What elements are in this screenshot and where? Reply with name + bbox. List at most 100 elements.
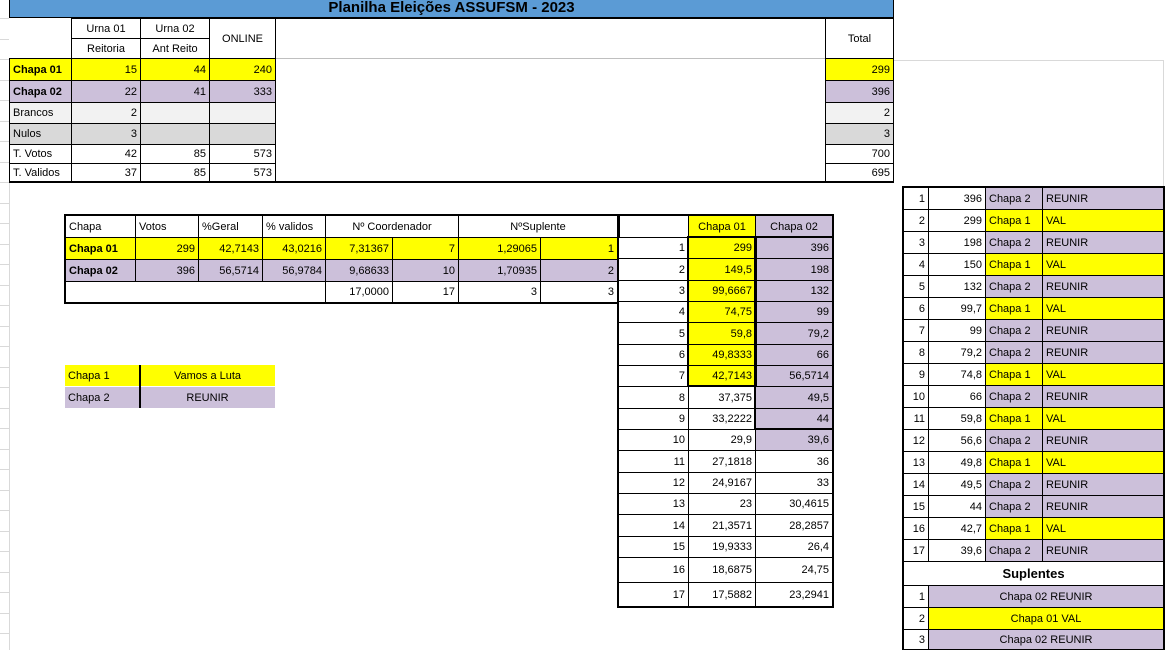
summary-cell-online[interactable]: 573 [209,163,276,183]
stats-header-coordenador[interactable]: Nº Coordenador [325,215,459,238]
rank-name[interactable]: REUNIR [1042,319,1164,342]
stats-header-geral[interactable]: %Geral [198,215,263,238]
summary-cell-total[interactable]: 2 [825,102,894,124]
stats-header-validos[interactable]: % validos [262,215,326,238]
rank-value[interactable]: 59,8 [928,407,986,430]
quot-rank[interactable]: 1 [618,237,689,259]
quot-chapa01-value[interactable]: 33,2222 [688,408,756,430]
quot-chapa02-value[interactable]: 36 [755,450,833,473]
quot-chapa02-value[interactable]: 132 [755,280,833,302]
quot-chapa02-value[interactable]: 26,4 [755,536,833,558]
summary-cell-urna1[interactable]: 37 [71,163,141,183]
col-header-urna01[interactable]: Urna 01 [71,18,141,39]
summary-cell-total[interactable]: 299 [825,58,894,81]
quot-chapa01-value[interactable]: 27,1818 [688,450,756,473]
quot-chapa01-value[interactable]: 149,5 [688,258,756,281]
stats-cell-coord-quotient[interactable]: 7,31367 [325,237,393,260]
quot-chapa01-value[interactable]: 19,9333 [688,536,756,558]
rank-number[interactable]: 9 [903,363,929,386]
quot-rank[interactable]: 3 [618,280,689,302]
quot-chapa02-value[interactable]: 30,4615 [755,493,833,515]
summary-cell-urna2[interactable] [140,102,210,124]
quot-chapa01-value[interactable]: 59,8 [688,322,756,345]
quot-chapa01-value[interactable]: 17,5882 [688,582,756,608]
quot-chapa02-value[interactable]: 396 [755,237,833,259]
quot-rank[interactable]: 11 [618,450,689,473]
rank-name[interactable]: REUNIR [1042,539,1164,562]
quot-rank[interactable]: 17 [618,582,689,608]
rank-chapa[interactable]: Chapa 2 [985,231,1043,254]
suplente-rank[interactable]: 1 [903,585,929,608]
stats-cell-chapa[interactable]: Chapa 02 [65,259,136,282]
quot-chapa02-value[interactable]: 49,5 [755,386,833,409]
summary-cell-urna2[interactable]: 41 [140,80,210,103]
title-banner[interactable]: Planilha Eleições ASSUFSM - 2023 [9,0,894,18]
col-header-total[interactable]: Total [825,18,894,59]
quot-rank[interactable]: 2 [618,258,689,281]
rank-number[interactable]: 17 [903,539,929,562]
stats-total-coord-count[interactable]: 17 [392,281,459,303]
summary-cell-online[interactable] [209,102,276,124]
quot-chapa01-value[interactable]: 49,8333 [688,344,756,366]
stats-total-supl-count[interactable]: 3 [540,281,618,303]
quot-rank[interactable]: 16 [618,557,689,583]
rank-chapa[interactable]: Chapa 2 [985,275,1043,298]
suplentes-title[interactable]: Suplentes [903,561,1164,586]
rank-value[interactable]: 99,7 [928,297,986,320]
stats-cell-validos[interactable]: 43,0216 [262,237,326,260]
summary-cell-total[interactable]: 695 [825,163,894,183]
summary-cell-online[interactable] [209,123,276,145]
stats-cell-coord-count[interactable]: 7 [392,237,459,260]
quot-rank[interactable]: 13 [618,493,689,515]
quot-chapa01-value[interactable]: 23 [688,493,756,515]
summary-cell-online[interactable]: 573 [209,144,276,164]
summary-row-label[interactable]: Chapa 01 [9,58,72,81]
quot-chapa01-value[interactable]: 24,9167 [688,472,756,494]
col-header-urna02[interactable]: Urna 02 [140,18,210,39]
quot-chapa02-value[interactable]: 99 [755,301,833,323]
rank-number[interactable]: 10 [903,385,929,408]
rank-chapa[interactable]: Chapa 2 [985,385,1043,408]
rank-number[interactable]: 13 [903,451,929,474]
suplente-cell[interactable]: Chapa 02 REUNIR [928,629,1164,650]
rank-number[interactable]: 7 [903,319,929,342]
rank-number[interactable]: 5 [903,275,929,298]
rank-value[interactable]: 79,2 [928,341,986,364]
rank-value[interactable]: 44 [928,495,986,518]
quot-rank[interactable]: 12 [618,472,689,494]
rank-name[interactable]: VAL [1042,451,1164,474]
legend-chapa-label[interactable]: Chapa 2 [65,387,140,408]
quot-chapa02-value[interactable]: 39,6 [755,429,833,451]
rank-name[interactable]: REUNIR [1042,275,1164,298]
quot-chapa02-value[interactable]: 24,75 [755,557,833,583]
rank-number[interactable]: 12 [903,429,929,452]
quot-rank[interactable]: 4 [618,301,689,323]
summary-cell-urna1[interactable]: 15 [71,58,141,81]
rank-number[interactable]: 14 [903,473,929,496]
rank-chapa[interactable]: Chapa 1 [985,297,1043,320]
rank-name[interactable]: REUNIR [1042,231,1164,254]
quot-rank[interactable]: 15 [618,536,689,558]
rank-value[interactable]: 39,6 [928,539,986,562]
rank-chapa[interactable]: Chapa 2 [985,495,1043,518]
rank-chapa[interactable]: Chapa 1 [985,363,1043,386]
rank-value[interactable]: 396 [928,187,986,210]
summary-cell-total[interactable]: 700 [825,144,894,164]
quot-chapa02-value[interactable]: 56,5714 [755,365,833,387]
quot-rank[interactable]: 7 [618,365,689,387]
rank-chapa[interactable]: Chapa 2 [985,341,1043,364]
rank-chapa[interactable]: Chapa 2 [985,473,1043,496]
stats-cell-supl-quotient[interactable]: 1,29065 [458,237,541,260]
quot-rank[interactable]: 8 [618,386,689,409]
col-header-reitoria[interactable]: Reitoria [71,38,141,59]
rank-name[interactable]: REUNIR [1042,385,1164,408]
summary-cell-total[interactable]: 396 [825,80,894,103]
rank-number[interactable]: 6 [903,297,929,320]
rank-name[interactable]: REUNIR [1042,495,1164,518]
stats-cell-geral[interactable]: 56,5714 [198,259,263,282]
stats-cell-votos[interactable]: 396 [135,259,199,282]
quot-chapa01-value[interactable]: 37,375 [688,386,756,409]
quot-chapa01-value[interactable]: 299 [688,237,756,259]
rank-name[interactable]: REUNIR [1042,473,1164,496]
rank-chapa[interactable]: Chapa 1 [985,517,1043,540]
